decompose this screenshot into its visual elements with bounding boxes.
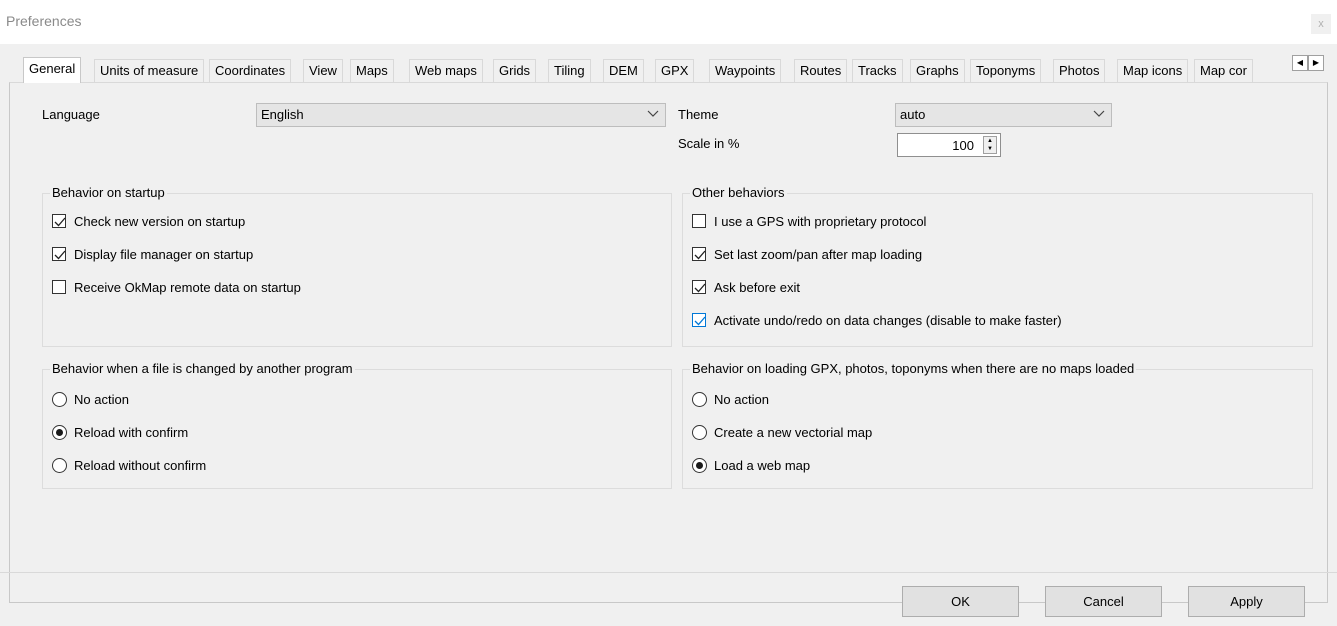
apply-button[interactable]: Apply (1188, 586, 1305, 617)
radio-label: Create a new vectorial map (714, 425, 873, 440)
checkbox-label: Set last zoom/pan after map loading (714, 247, 923, 262)
tab-photos[interactable]: Photos (1053, 59, 1106, 82)
tab-general[interactable]: General (23, 57, 82, 83)
arrow-left-icon[interactable]: ◀ (1292, 55, 1308, 71)
arrow-right-icon[interactable]: ▶ (1308, 55, 1324, 71)
language-combo[interactable]: English (256, 103, 666, 127)
theme-combo[interactable]: auto (895, 103, 1112, 127)
startup-group: Behavior on startup Check new version on… (42, 185, 672, 347)
tab-page-general: Language English Theme auto Scale in % 1… (9, 82, 1328, 603)
radio-circle[interactable] (52, 392, 67, 407)
checkbox-box[interactable] (692, 247, 706, 261)
ok-button[interactable]: OK (902, 586, 1019, 617)
scale-label: Scale in % (678, 136, 740, 151)
checkbox-box[interactable] (52, 247, 66, 261)
window-title: Preferences (6, 13, 82, 29)
radio-label: Reload without confirm (74, 458, 207, 473)
tab-waypoints[interactable]: Waypoints (709, 59, 782, 82)
radio-label: No action (714, 392, 769, 407)
spin-up-icon[interactable]: ▲ (984, 137, 996, 145)
checkbox-label: Ask before exit (714, 280, 800, 295)
checkbox-label: Check new version on startup (74, 214, 246, 229)
radio-circle[interactable] (692, 392, 707, 407)
checkbox-box[interactable] (692, 280, 706, 294)
tab-view[interactable]: View (303, 59, 343, 82)
title-bar: Preferences x (0, 0, 1337, 44)
tab-grids[interactable]: Grids (493, 59, 537, 82)
radio-dot (56, 429, 63, 436)
close-button[interactable]: x (1311, 14, 1331, 34)
tab-toponyms[interactable]: Toponyms (970, 59, 1042, 82)
checkbox-box[interactable] (692, 214, 706, 228)
radio-circle[interactable] (692, 425, 707, 440)
other-group-title: Other behaviors (690, 185, 787, 200)
scale-value: 100 (952, 138, 974, 153)
tab-gpx[interactable]: GPX (655, 59, 695, 82)
chevron-down-icon (647, 110, 659, 117)
tab-graphs[interactable]: Graphs (910, 59, 965, 82)
radio-circle[interactable] (52, 458, 67, 473)
tab-tracks[interactable]: Tracks (852, 59, 903, 82)
check-icon (694, 250, 706, 260)
dialog-client: General Units of measure Coordinates Vie… (0, 44, 1337, 626)
checkbox-label: Activate undo/redo on data changes (disa… (714, 313, 1062, 328)
startup-group-title: Behavior on startup (50, 185, 167, 200)
check-icon (694, 316, 706, 326)
tab-tiling[interactable]: Tiling (548, 59, 591, 82)
tab-map-icons[interactable]: Map icons (1117, 59, 1189, 82)
radio-label: Reload with confirm (74, 425, 189, 440)
tab-strip: General Units of measure Coordinates Vie… (23, 57, 1318, 83)
spinner-arrows[interactable]: ▲ ▼ (983, 136, 997, 154)
checkbox-label: Receive OkMap remote data on startup (74, 280, 301, 295)
radio-circle[interactable] (52, 425, 67, 440)
cancel-button[interactable]: Cancel (1045, 586, 1162, 617)
tab-dem[interactable]: DEM (603, 59, 644, 82)
spin-down-icon[interactable]: ▼ (984, 145, 996, 153)
check-icon (54, 250, 66, 260)
checkbox-box[interactable] (52, 214, 66, 228)
check-icon (54, 217, 66, 227)
tab-routes[interactable]: Routes (794, 59, 848, 82)
theme-value: auto (900, 107, 926, 122)
loading-group-title: Behavior on loading GPX, photos, toponym… (690, 361, 1137, 376)
theme-label: Theme (678, 107, 719, 122)
tab-maps[interactable]: Maps (350, 59, 394, 82)
file-changed-group: Behavior when a file is changed by anoth… (42, 361, 672, 489)
file-changed-group-title: Behavior when a file is changed by anoth… (50, 361, 355, 376)
checkbox-box[interactable] (52, 280, 66, 294)
tab-coordinates[interactable]: Coordinates (209, 59, 292, 82)
scale-spinner[interactable]: 100 ▲ ▼ (897, 133, 1001, 157)
tab-units-of-measure[interactable]: Units of measure (94, 59, 205, 82)
checkbox-label: Display file manager on startup (74, 247, 254, 262)
checkbox-label: I use a GPS with proprietary protocol (714, 214, 927, 229)
check-icon (694, 283, 706, 293)
checkbox-box[interactable] (692, 313, 706, 327)
radio-label: No action (74, 392, 129, 407)
language-value: English (261, 107, 304, 122)
radio-dot (696, 462, 703, 469)
radio-label: Load a web map (714, 458, 811, 473)
other-behaviors-group: Other behaviors I use a GPS with proprie… (682, 185, 1313, 347)
radio-circle[interactable] (692, 458, 707, 473)
loading-no-maps-group: Behavior on loading GPX, photos, toponym… (682, 361, 1313, 489)
chevron-down-icon (1093, 110, 1105, 117)
button-bar-divider (0, 572, 1337, 573)
tab-map-cor[interactable]: Map cor (1194, 59, 1253, 82)
tab-web-maps[interactable]: Web maps (409, 59, 483, 82)
language-label: Language (42, 107, 100, 122)
